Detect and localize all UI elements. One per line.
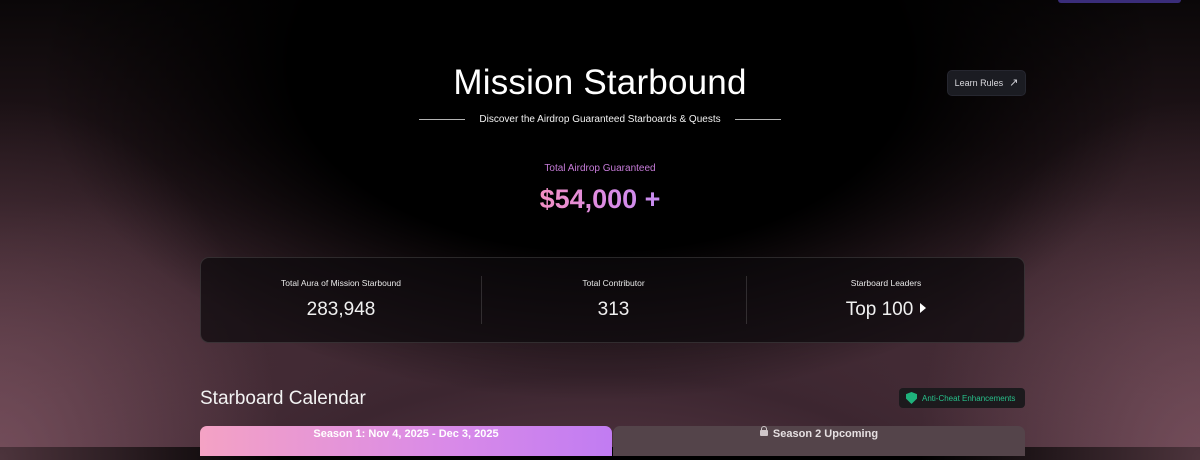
subtitle-divider-right [734,119,781,120]
learn-rules-label: Learn Rules [954,78,1004,88]
airdrop-value: $54,000 + [0,184,1200,215]
top-nav-accent [1058,0,1181,3]
stat-total-contributor-value: 313 [597,299,630,320]
stat-total-aura-value: 283,948 [306,299,376,320]
airdrop-label: Total Airdrop Guaranteed [544,163,656,174]
tab-season-2[interactable]: Season 2 Upcoming [613,426,1025,456]
stat-total-aura-label: Total Aura of Mission Starbound [280,278,401,288]
tab-season-2-content: Season 2 Upcoming [759,426,879,440]
airdrop-value-text: $54,000 + [539,184,661,214]
stat-total-contributor: Total Contributor 313 [481,258,746,344]
learn-rules-button[interactable]: Learn Rules ↗ [947,70,1026,96]
anti-cheat-badge[interactable]: Anti-Cheat Enhancements [899,388,1025,408]
stat-total-aura: Total Aura of Mission Starbound 283,948 [201,258,481,344]
stat-starboard-leaders[interactable]: Starboard Leaders Top 100 [746,258,1026,344]
lock-icon [759,426,768,436]
anti-cheat-label: Anti-Cheat Enhancements [922,393,1016,403]
shield-check-icon [906,392,917,404]
stat-total-contributor-label: Total Contributor [582,278,645,288]
stat-starboard-leaders-value: Top 100 [845,299,914,320]
tab-season-1[interactable]: Season 1: Nov 4, 2025 - Dec 3, 2025 [200,426,612,456]
subtitle-row: Discover the Airdrop Guaranteed Starboar… [0,114,1200,125]
stat-starboard-leaders-label: Starboard Leaders [850,278,922,288]
calendar-title: Starboard Calendar [200,388,366,409]
page-subtitle: Discover the Airdrop Guaranteed Starboar… [479,114,721,125]
subtitle-divider-left [419,119,466,120]
stats-panel: Total Aura of Mission Starbound 283,948 … [200,257,1025,343]
external-link-arrow-icon: ↗ [1009,76,1019,89]
stat-starboard-leaders-link[interactable]: Top 100 [746,299,1026,321]
tab-season-1-label: Season 1: Nov 4, 2025 - Dec 3, 2025 [313,428,499,440]
caret-right-icon [920,303,927,313]
tab-season-2-label: Season 2 Upcoming [772,428,879,440]
